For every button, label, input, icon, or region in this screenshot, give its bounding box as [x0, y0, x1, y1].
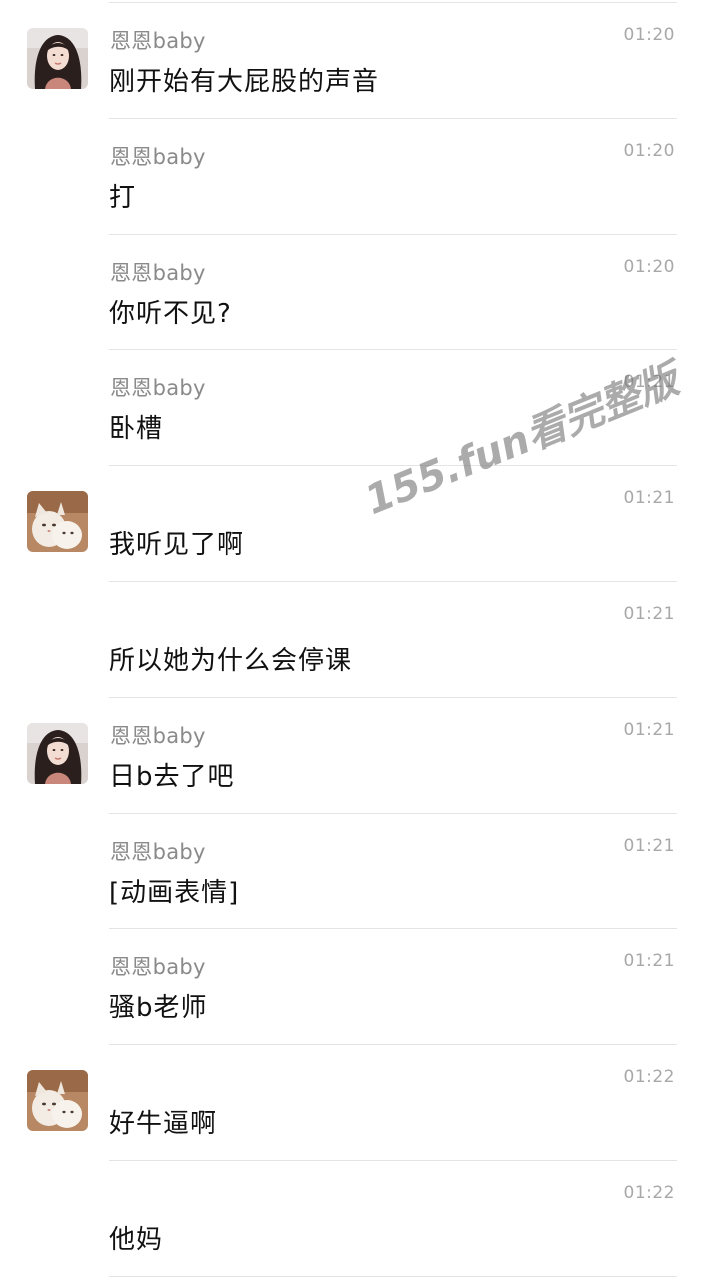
message-time: 01:20 — [623, 140, 675, 161]
message-text[interactable]: 打 — [109, 177, 136, 214]
cat-avatar[interactable] — [27, 1070, 88, 1132]
chat-history-page: 恩恩baby 01:20 刚开始有大屁股的声音 恩恩baby 01:20 打 恩… — [0, 0, 704, 1280]
message-item[interactable]: 恩恩baby 01:21 日b去了吧 — [0, 698, 704, 814]
message-item[interactable]: 恩恩baby 01:20 刚开始有大屁股的声音 — [0, 3, 704, 119]
message-text[interactable]: [动画表情] — [109, 872, 239, 909]
message-time: 01:21 — [623, 835, 675, 856]
message-list[interactable]: 恩恩baby 01:20 刚开始有大屁股的声音 恩恩baby 01:20 打 恩… — [0, 3, 704, 1277]
message-time: 01:20 — [623, 25, 675, 45]
message-text[interactable]: 你听不见? — [109, 293, 232, 330]
message-text[interactable]: 他妈 — [109, 1219, 163, 1256]
sender-name: 恩恩baby — [110, 144, 206, 169]
message-text[interactable]: 刚开始有大屁股的声音 — [109, 61, 379, 98]
message-text[interactable]: 日b去了吧 — [109, 756, 235, 793]
cat-avatar[interactable] — [27, 491, 88, 553]
sender-name: 恩恩baby — [110, 376, 206, 401]
message-time: 01:22 — [623, 1067, 675, 1088]
message-item[interactable]: 恩恩baby 01:21 骚b老师 — [0, 929, 704, 1046]
sender-name: 恩恩baby — [110, 723, 206, 748]
message-time: 01:21 — [623, 488, 675, 509]
sender-name: 恩恩baby — [110, 29, 206, 53]
message-item[interactable]: 01:21 我听见了啊 — [0, 466, 704, 582]
message-item[interactable]: 01:22 他妈 — [0, 1161, 704, 1277]
message-item[interactable]: 恩恩baby 01:20 你听不见? — [0, 235, 704, 351]
message-text[interactable]: 卧槽 — [109, 408, 163, 445]
message-text[interactable]: 我听见了啊 — [109, 524, 244, 561]
sender-name: 恩恩baby — [110, 955, 206, 980]
girl-avatar[interactable] — [27, 28, 88, 89]
sender-name: 恩恩baby — [110, 260, 206, 285]
message-item[interactable]: 01:21 所以她为什么会停课 — [0, 582, 704, 698]
message-item[interactable]: 01:22 好牛逼啊 — [0, 1045, 704, 1161]
message-item[interactable]: 恩恩baby 01:20 打 — [0, 119, 704, 235]
message-time: 01:21 — [623, 719, 675, 740]
message-time: 01:20 — [623, 256, 675, 277]
message-text[interactable]: 所以她为什么会停课 — [109, 640, 352, 677]
message-time: 01:21 — [623, 951, 675, 972]
sender-name: 恩恩baby — [110, 839, 206, 864]
message-time: 01:22 — [623, 1182, 675, 1203]
girl-avatar[interactable] — [27, 722, 88, 784]
message-text[interactable]: 好牛逼啊 — [109, 1103, 217, 1140]
message-item[interactable]: 恩恩baby 01:21 [动画表情] — [0, 814, 704, 930]
message-time: 01:21 — [623, 603, 675, 624]
message-time: 01:21 — [623, 372, 675, 393]
message-text[interactable]: 骚b老师 — [109, 987, 208, 1024]
message-item[interactable]: 恩恩baby 01:21 卧槽 — [0, 350, 704, 467]
divider — [109, 1275, 677, 1277]
